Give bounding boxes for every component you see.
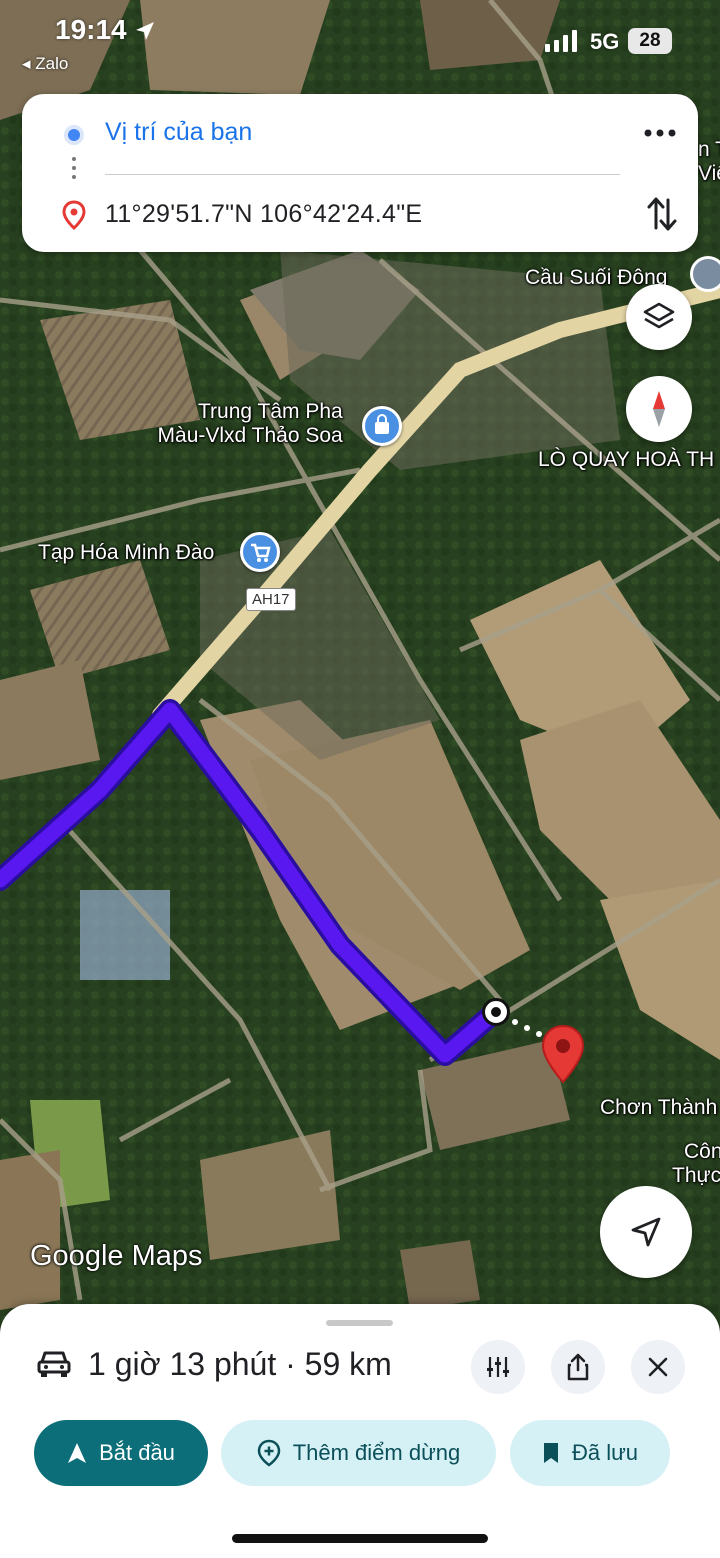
map-label-shop[interactable]: Trung Tâm Pha Màu-Vlxd Thảo Soa (150, 400, 343, 448)
compass-button[interactable] (626, 376, 692, 442)
swap-direction-icon[interactable] (644, 194, 680, 234)
map-label-kiln[interactable]: LÒ QUAY HOÀ TH (538, 448, 714, 472)
back-to-app-link[interactable]: ◂ Zalo (22, 54, 68, 74)
status-bar: 19:14 ◂ Zalo 5G 28 (0, 0, 720, 90)
map-label-edge[interactable]: n T Việ (698, 138, 720, 186)
route-options-button[interactable] (471, 1340, 525, 1394)
trip-summary: 1 giờ 13 phút · 59 km (88, 1346, 392, 1382)
bottom-sheet[interactable]: 1 giờ 13 phút · 59 km Bắt đầu Thêm điểm … (0, 1304, 720, 1558)
share-icon (567, 1353, 589, 1381)
add-stop-button[interactable]: Thêm điểm dừng (221, 1420, 496, 1486)
shopping-cart-icon[interactable] (240, 532, 280, 572)
origin-field[interactable]: Vị trí của bạn (105, 118, 252, 147)
navigation-arrow-icon (631, 1217, 661, 1247)
map-label-edge-line1: n T (698, 138, 720, 161)
signal-bars-icon (545, 30, 577, 52)
more-options-icon[interactable] (640, 118, 680, 148)
compass-icon (653, 391, 665, 427)
add-stop-label: Thêm điểm dừng (292, 1440, 461, 1465)
battery-indicator: 28 (628, 28, 672, 54)
bridge-icon[interactable] (690, 256, 720, 292)
origin-dot-icon (64, 125, 84, 145)
home-indicator[interactable] (232, 1534, 488, 1543)
close-button[interactable] (631, 1340, 685, 1394)
layers-icon (643, 302, 675, 329)
map-label-cong[interactable]: Côn Thực (672, 1140, 720, 1188)
google-maps-logo: Google Maps (30, 1240, 203, 1272)
destination-field[interactable]: 11°29'51.7"N 106°42'24.4"E (105, 200, 422, 229)
map-label-chon-thanh[interactable]: Chơn Thành (600, 1096, 717, 1120)
start-button[interactable]: Bắt đầu (34, 1420, 208, 1486)
navigation-start-icon (68, 1443, 87, 1463)
my-location-button[interactable] (600, 1186, 692, 1278)
shopping-bag-icon[interactable] (362, 406, 402, 446)
route-end-marker (482, 998, 510, 1026)
road-badge-ah17: AH17 (246, 588, 296, 611)
map-label-cong-line2: Thực (672, 1164, 720, 1188)
map-label-shop-line1: Trung Tâm Pha (198, 400, 343, 423)
sliders-icon (487, 1357, 509, 1377)
add-location-icon (257, 1439, 280, 1467)
share-button[interactable] (551, 1340, 605, 1394)
directions-card: Vị trí của bạn 11°29'51.7"N 106°42'24.4"… (22, 94, 698, 252)
map-label-cong-line1: Côn (684, 1140, 720, 1163)
network-type: 5G (590, 29, 620, 54)
connector-dots-icon (72, 157, 76, 184)
destination-pin-icon[interactable] (540, 1024, 586, 1086)
map-label-shop-line2: Màu-Vlxd Thảo Soa (157, 424, 343, 448)
divider (105, 174, 620, 175)
saved-button[interactable]: Đã lưu (510, 1420, 670, 1486)
status-time: 19:14 (55, 14, 127, 45)
map-label-edge-line2: Việ (698, 162, 720, 186)
layers-button[interactable] (626, 284, 692, 350)
sheet-grabber[interactable] (326, 1320, 393, 1326)
bookmark-icon (543, 1443, 558, 1463)
location-arrow-icon (136, 22, 154, 40)
map-label-grocery[interactable]: Tạp Hóa Minh Đào (38, 541, 214, 565)
destination-marker-icon (62, 200, 86, 230)
saved-label: Đã lưu (571, 1440, 639, 1465)
close-icon (648, 1357, 668, 1377)
start-button-label: Bắt đầu (99, 1440, 175, 1465)
car-icon (37, 1351, 71, 1377)
